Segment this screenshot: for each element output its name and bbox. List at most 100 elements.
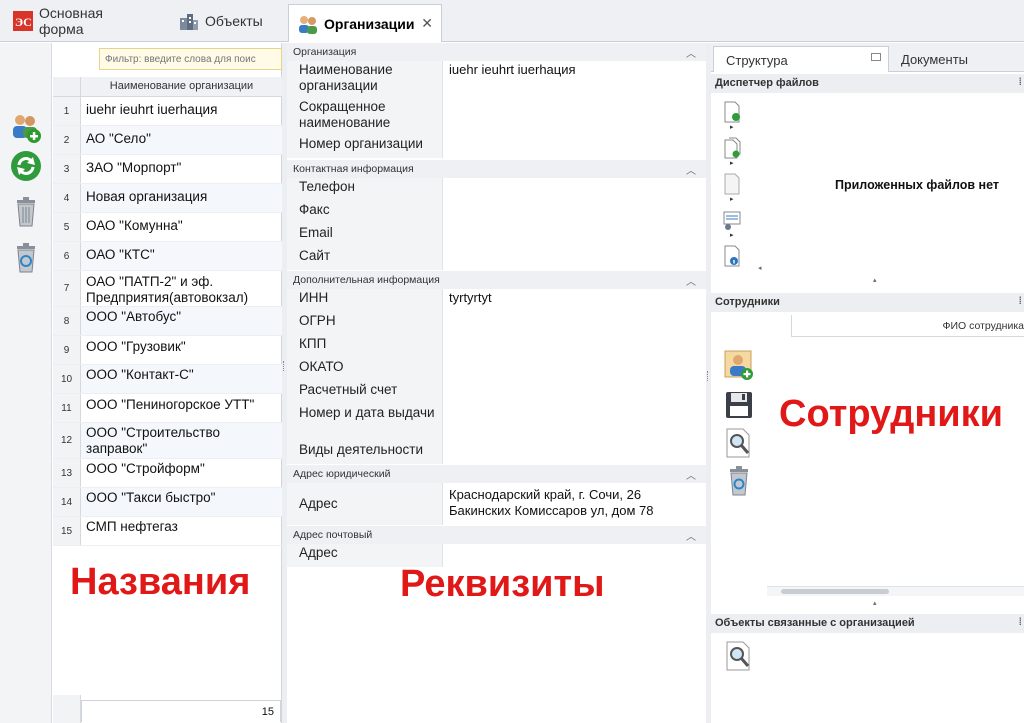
- recycle-bin-icon[interactable]: [723, 465, 755, 497]
- field-row: Номер и дата выдачи: [287, 404, 706, 441]
- org-name: СМП нефтегаз: [86, 519, 178, 534]
- search-icon[interactable]: [723, 640, 755, 672]
- maximize-icon[interactable]: [871, 53, 881, 61]
- document-tab-bar: ЭС Основная форма Объекты Организации ✕: [0, 0, 1024, 42]
- tab-organizations[interactable]: Организации ✕: [288, 4, 442, 42]
- section-organization-header[interactable]: Организация ︿: [287, 43, 706, 61]
- row-number: 2: [53, 126, 81, 154]
- chevron-up-icon[interactable]: ︿: [686, 273, 696, 288]
- table-row[interactable]: 2 АО "Село": [53, 126, 282, 155]
- table-row[interactable]: 8 ООО "Автобус": [53, 307, 282, 336]
- field-row: Сайт: [287, 247, 706, 270]
- tab-documents[interactable]: Документы: [889, 46, 1023, 72]
- search-icon[interactable]: [723, 427, 755, 459]
- table-row[interactable]: 1 iuehr ieuhrt iuerhaция: [53, 97, 282, 126]
- section-additional-header[interactable]: Дополнительная информация ︿: [287, 271, 706, 289]
- tab-main-form[interactable]: ЭС Основная форма: [4, 4, 159, 38]
- table-row[interactable]: 10 ООО "Контакт-С": [53, 365, 282, 394]
- footer-row-number: [53, 695, 81, 723]
- table-row[interactable]: 3 ЗАО "Морпорт": [53, 155, 282, 184]
- document-icon[interactable]: [722, 173, 742, 195]
- file-info-icon[interactable]: [722, 245, 742, 267]
- field-value[interactable]: iuehr ieuhrt iuerhaция: [449, 62, 702, 78]
- row-number: 11: [53, 394, 81, 422]
- scrollbar-thumb[interactable]: [781, 589, 889, 594]
- table-row[interactable]: 9 ООО "Грузовик": [53, 336, 282, 365]
- field-label: Наименование организации: [299, 62, 393, 93]
- section-postal-address-header[interactable]: Адрес почтовый ︿: [287, 526, 706, 544]
- filter-input[interactable]: [99, 48, 282, 70]
- field-value[interactable]: Краснодарский край, г. Сочи, 26 Бакински…: [449, 487, 689, 519]
- field-value[interactable]: tyrtyrtyt: [449, 290, 702, 306]
- linked-objects-header: Объекты связанные с организацией ⁞: [711, 614, 1024, 633]
- row-number: 9: [53, 336, 81, 364]
- table-row[interactable]: 5 ОАО "Комунна": [53, 213, 282, 242]
- employee-name-column-header[interactable]: ФИО сотрудника: [791, 315, 1024, 337]
- dropdown-arrow-icon[interactable]: ▸: [730, 195, 734, 203]
- chevron-up-icon[interactable]: ︿: [686, 45, 696, 60]
- tab-objects-label: Объекты: [205, 13, 263, 29]
- employees-header: Сотрудники ⁞: [711, 293, 1024, 312]
- pin-icon[interactable]: ⁞: [1019, 617, 1022, 628]
- field-label: Адрес: [299, 496, 338, 511]
- copy-file-icon[interactable]: [722, 137, 742, 159]
- dropdown-arrow-icon[interactable]: ▸: [730, 159, 734, 167]
- section-contact-header[interactable]: Контактная информация ︿: [287, 160, 706, 178]
- pin-icon[interactable]: ⁞: [1019, 77, 1022, 88]
- close-icon[interactable]: ✕: [421, 15, 433, 32]
- tab-main-form-label: Основная форма: [39, 5, 103, 37]
- row-number: 15: [53, 517, 81, 545]
- row-number: 14: [53, 488, 81, 516]
- field-label: Расчетный счет: [299, 382, 398, 397]
- field-label: ОКАТО: [299, 359, 344, 374]
- org-list-header: Наименование организации: [53, 77, 282, 97]
- table-row[interactable]: 4 Новая организация: [53, 184, 282, 213]
- table-row[interactable]: 13 ООО "Стройформ": [53, 459, 282, 488]
- field-row: Телефон: [287, 178, 706, 201]
- organizations-list: Наименование организации 1 iuehr ieuhrt i…: [53, 43, 282, 723]
- org-name-column-header[interactable]: Наименование организации: [81, 80, 282, 92]
- tab-objects[interactable]: Объекты: [170, 4, 285, 38]
- add-organization-icon[interactable]: [9, 111, 43, 145]
- field-row: Наименование организации iuehr ieuhrt iue…: [287, 61, 706, 98]
- dropdown-arrow-icon[interactable]: ▸: [730, 123, 734, 131]
- horizontal-scrollbar[interactable]: [767, 586, 1024, 596]
- org-name: ООО "Грузовик": [86, 339, 186, 354]
- section-legal-address-header[interactable]: Адрес юридический ︿: [287, 465, 706, 483]
- expand-icon[interactable]: ▴: [873, 599, 877, 607]
- org-name: ООО "Строительство заправок": [86, 425, 220, 456]
- refresh-icon[interactable]: [9, 149, 43, 183]
- row-number: 1: [53, 97, 81, 125]
- dropdown-arrow-icon[interactable]: ▸: [730, 231, 734, 239]
- field-label: Номер и дата выдачи: [299, 405, 435, 420]
- chevron-up-icon[interactable]: ︿: [686, 528, 696, 543]
- table-row[interactable]: 14 ООО "Такси быстро": [53, 488, 282, 517]
- chevron-up-icon[interactable]: ︿: [686, 467, 696, 482]
- tab-structure[interactable]: Структура: [713, 46, 889, 72]
- employees-overlay-label: Сотрудники: [779, 393, 1004, 435]
- table-row[interactable]: 12 ООО "Строительство заправок": [53, 423, 282, 459]
- file-manager-header: Диспетчер файлов ⁞: [711, 74, 1024, 93]
- row-number: 6: [53, 242, 81, 270]
- table-row[interactable]: 7 ОАО "ПАТП-2" и эф. Предприятия(автовокз…: [53, 271, 282, 307]
- pin-icon[interactable]: ⁞: [1019, 296, 1022, 307]
- field-row: Адрес Краснодарский край, г. Сочи, 26 Бак…: [287, 483, 706, 525]
- save-icon[interactable]: [723, 389, 755, 421]
- add-employee-icon[interactable]: [723, 349, 755, 381]
- scroll-left-icon[interactable]: ◂: [758, 264, 762, 272]
- scanner-icon[interactable]: [722, 209, 742, 231]
- table-row[interactable]: 6 ОАО "КТС": [53, 242, 282, 271]
- expand-icon[interactable]: ▴: [873, 276, 877, 284]
- trash-icon[interactable]: [9, 195, 43, 229]
- add-file-icon[interactable]: [722, 101, 742, 123]
- table-row[interactable]: 11 ООО "Пениногорское УТТ": [53, 394, 282, 423]
- tab-organizations-label: Организации: [324, 15, 415, 32]
- table-row[interactable]: 15 СМП нефтегаз: [53, 517, 282, 546]
- field-row: ИНН tyrtyrtyt: [287, 289, 706, 312]
- field-row: КПП: [287, 335, 706, 358]
- linked-objects-title: Объекты связанные с организацией: [715, 617, 915, 629]
- chevron-up-icon[interactable]: ︿: [686, 162, 696, 177]
- org-name: ООО "Автобус": [86, 309, 182, 324]
- row-number: 3: [53, 155, 81, 183]
- recycle-bin-icon[interactable]: [9, 241, 43, 275]
